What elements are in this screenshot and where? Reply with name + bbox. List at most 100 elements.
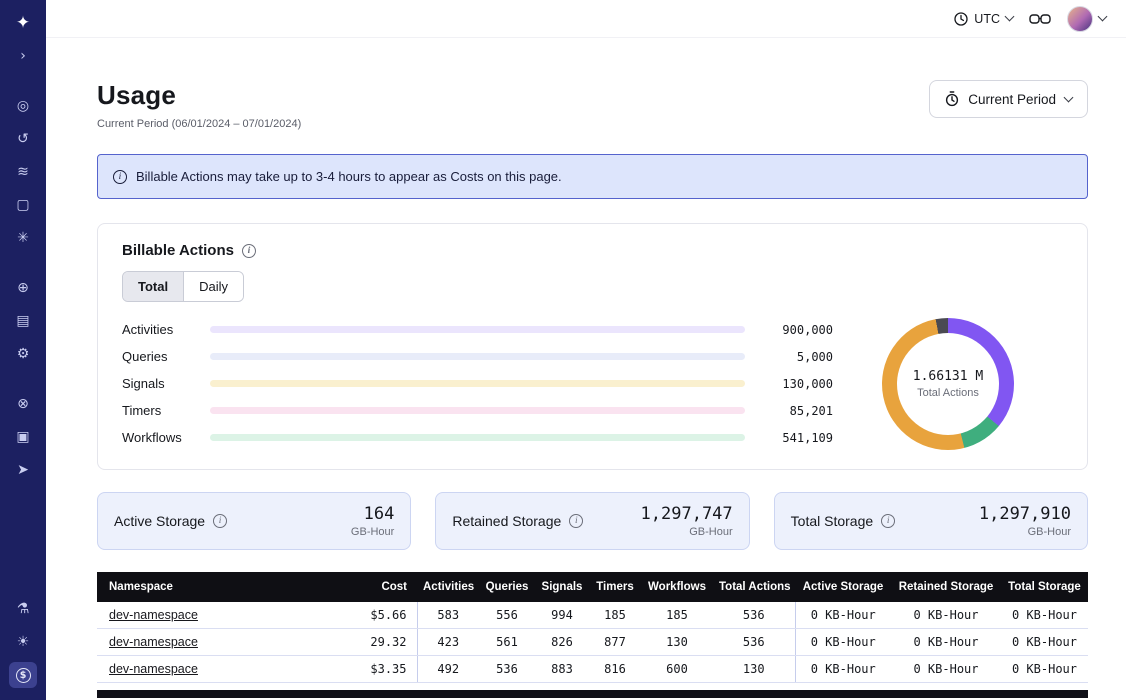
stat-label: Retained Storage (452, 513, 561, 529)
theme-sun-icon[interactable]: ☀ (9, 629, 37, 655)
temporal-logo-icon[interactable]: ✦ (9, 10, 37, 36)
signals-cell: 883 (535, 656, 589, 683)
sidebar: ✦ › ◎ ↺ ≋ ▢ ✳ ⊕ ▤ ⚙ ⊗ ▣ ➤ ⚗ ☀ $ (0, 0, 46, 700)
page-title: Usage (97, 80, 301, 111)
workflows-bar (210, 434, 745, 441)
support-icon[interactable]: ⊗ (9, 391, 37, 417)
info-icon[interactable]: i (881, 514, 895, 528)
clock-icon (954, 12, 968, 26)
column-header: Signals (535, 572, 589, 602)
labs-flask-icon[interactable]: ⚗ (9, 596, 37, 622)
table-row: dev-namespace 29.32 423 561 826 877 130 … (97, 629, 1088, 656)
goggles-icon (1029, 12, 1051, 26)
active-storage-cell: 0 KB-Hour (795, 656, 891, 683)
stat-label: Total Storage (791, 513, 874, 529)
storage-cards: Active Storage i 164 GB-Hour Retained St… (97, 492, 1088, 550)
page-subtitle: Current Period (06/01/2024 – 07/01/2024) (97, 118, 301, 130)
feedback-icon[interactable]: ➤ (9, 457, 37, 483)
total-storage-card: Total Storage i 1,297,910 GB-Hour (774, 492, 1088, 550)
active-storage-card: Active Storage i 164 GB-Hour (97, 492, 411, 550)
column-header: Cost (343, 572, 417, 602)
queries-cell: 561 (479, 629, 535, 656)
total-actions-cell: 130 (713, 656, 795, 683)
namespace-usage-table: Namespace Cost Activities Queries Signal… (97, 572, 1088, 683)
history-icon[interactable]: ↺ (9, 126, 37, 152)
billable-tabs: Total Daily (122, 271, 244, 302)
namespace-link[interactable]: dev-namespace (109, 635, 198, 649)
retained-storage-cell: 0 KB-Hour (891, 656, 1001, 683)
info-icon[interactable]: i (569, 514, 583, 528)
retained-storage-cell: 0 KB-Hour (891, 602, 1001, 629)
timers-cell: 185 (589, 602, 641, 629)
stat-value: 1,297,910 (979, 504, 1071, 524)
activities-cell: 492 (417, 656, 479, 683)
tab-daily[interactable]: Daily (184, 272, 243, 301)
sidebar-item-usage[interactable]: $ (9, 662, 37, 688)
workflows-icon[interactable]: ◎ (9, 93, 37, 119)
tab-total[interactable]: Total (123, 272, 184, 301)
donut-total: 1.66131 M (913, 369, 983, 384)
column-header: Retained Storage (891, 572, 1001, 602)
table-footer-bar (97, 690, 1088, 698)
column-header: Workflows (641, 572, 713, 602)
billable-bar-list: Activities 900,000 Queries 5,000 Signals… (122, 316, 833, 451)
cost-cell: $3.35 (343, 656, 417, 683)
activities-cell: 423 (417, 629, 479, 656)
deployments-icon[interactable]: ▢ (9, 192, 37, 218)
chevron-down-icon (1005, 12, 1015, 22)
queries-cell: 556 (479, 602, 535, 629)
signals-cell: 994 (535, 602, 589, 629)
chevron-down-icon (1064, 92, 1074, 102)
billable-actions-title: Billable Actions (122, 242, 234, 259)
queues-icon[interactable]: ≋ (9, 159, 37, 185)
active-storage-cell: 0 KB-Hour (795, 629, 891, 656)
bar-row-queries: Queries 5,000 (122, 343, 833, 370)
column-header: Queries (479, 572, 535, 602)
bar-row-activities: Activities 900,000 (122, 316, 833, 343)
timers-cell: 816 (589, 656, 641, 683)
total-actions-cell: 536 (713, 602, 795, 629)
billable-actions-card: Billable Actions i Total Daily Activitie… (97, 223, 1088, 470)
retained-storage-card: Retained Storage i 1,297,747 GB-Hour (435, 492, 749, 550)
usage-dollar-icon: $ (16, 668, 31, 683)
info-banner: i Billable Actions may take up to 3-4 ho… (97, 154, 1088, 199)
stat-unit: GB-Hour (351, 526, 394, 538)
topbar: UTC (46, 0, 1126, 38)
signals-cell: 826 (535, 629, 589, 656)
expand-sidebar-icon[interactable]: › (9, 43, 37, 69)
namespace-link[interactable]: dev-namespace (109, 608, 198, 622)
namespace-link[interactable]: dev-namespace (109, 662, 198, 676)
column-header: Namespace (97, 572, 343, 602)
info-icon[interactable]: i (242, 244, 256, 258)
settings-gear-icon[interactable]: ⚙ (9, 341, 37, 367)
timezone-selector[interactable]: UTC (954, 12, 1013, 26)
bar-row-timers: Timers 85,201 (122, 397, 833, 424)
billing-icon[interactable]: ▤ (9, 308, 37, 334)
main-content: Usage Current Period (06/01/2024 – 07/01… (46, 38, 1126, 698)
total-storage-cell: 0 KB-Hour (1001, 629, 1088, 656)
world-icon[interactable]: ⊕ (9, 275, 37, 301)
period-selector-button[interactable]: Current Period (929, 80, 1088, 118)
stat-value: 164 (351, 504, 394, 524)
avatar (1067, 6, 1093, 32)
donut-chart: 1.66131 M Total Actions (882, 318, 1014, 450)
timers-bar (210, 407, 745, 414)
activities-bar (210, 326, 745, 333)
nexus-icon[interactable]: ✳ (9, 225, 37, 251)
info-icon[interactable]: i (213, 514, 227, 528)
cost-cell: 29.32 (343, 629, 417, 656)
stopwatch-icon (945, 91, 959, 107)
table-row: dev-namespace $5.66 583 556 994 185 185 … (97, 602, 1088, 629)
retained-storage-cell: 0 KB-Hour (891, 629, 1001, 656)
account-menu[interactable] (1067, 6, 1106, 32)
chevron-down-icon (1098, 12, 1108, 22)
stat-value: 1,297,747 (641, 504, 733, 524)
docs-icon[interactable]: ▣ (9, 424, 37, 450)
stat-unit: GB-Hour (641, 526, 733, 538)
stat-label: Active Storage (114, 513, 205, 529)
workflows-cell: 130 (641, 629, 713, 656)
column-header: Total Storage (1001, 572, 1088, 602)
column-header: Timers (589, 572, 641, 602)
onboarding-button[interactable] (1029, 12, 1051, 26)
table-header-row: Namespace Cost Activities Queries Signal… (97, 572, 1088, 602)
